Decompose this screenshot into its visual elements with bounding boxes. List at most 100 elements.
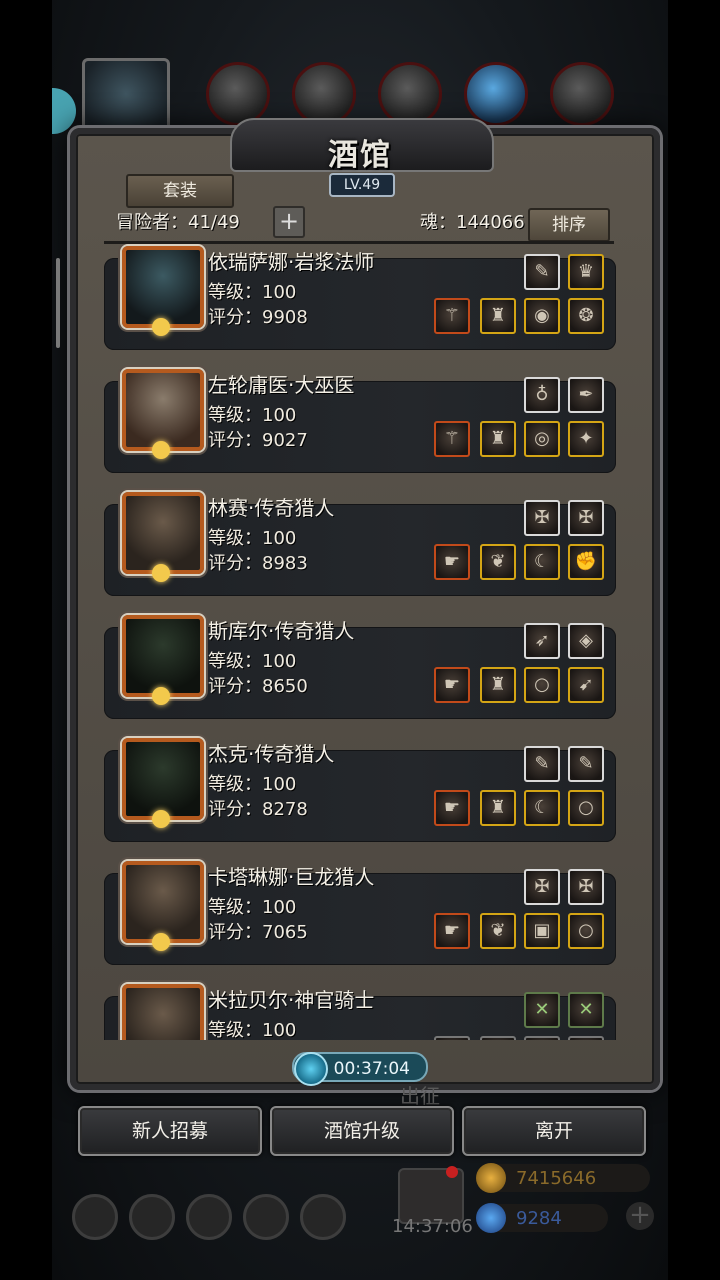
codex-icon[interactable] [186, 1194, 232, 1240]
item-icon[interactable] [434, 1036, 470, 1040]
cloak-icon[interactable]: ♜ [480, 421, 516, 457]
pistol-icon[interactable]: ☛ [434, 544, 470, 580]
gold-amount: 7415646 [516, 1168, 597, 1189]
hero-card[interactable]: 林赛·传奇猎人 等级：100 评分：8983 ✠ ✠ ☛ ❦ ☾ ✊ [104, 492, 616, 596]
set-tab[interactable]: 套装 [126, 174, 234, 208]
crossbow-icon[interactable]: ➶ [524, 623, 560, 659]
hero-card[interactable]: 卡塔琳娜·巨龙猎人 等级：100 评分：7065 ✠ ✠ ☛ ❦ ▣ ○ [104, 861, 616, 965]
gem-amount: 9284 [516, 1208, 562, 1229]
orb-icon[interactable]: ◉ [524, 298, 560, 334]
item-icon[interactable] [480, 1036, 516, 1040]
hero-portrait[interactable] [122, 861, 204, 943]
hero-score: 评分：9908 [208, 307, 308, 328]
hero-card[interactable]: 米拉贝尔·神官骑士 等级：100 ✕ ✕ [104, 984, 616, 1040]
hero-slot-orb-2-icon[interactable] [292, 62, 356, 126]
add-adventurer-slot-button[interactable]: + [273, 206, 305, 238]
emblem-icon[interactable]: ✠ [524, 500, 560, 536]
hero-card[interactable]: 杰克·传奇猎人 等级：100 评分：8278 ✎ ✎ ☛ ♜ ☾ ○ [104, 738, 616, 842]
emblem-icon[interactable]: ✠ [568, 500, 604, 536]
bracelet-icon[interactable]: ◈ [568, 623, 604, 659]
hero-name: 卡塔琳娜·巨龙猎人 [208, 865, 375, 889]
hero-level: 等级：100 [208, 897, 297, 918]
upgrade-tavern-button[interactable]: 酒馆升级 [270, 1106, 454, 1156]
scrollbar[interactable] [56, 258, 60, 348]
hero-portrait[interactable] [122, 615, 204, 697]
emblem-icon[interactable]: ✠ [524, 869, 560, 905]
hero-portrait[interactable] [122, 984, 204, 1040]
moon-icon [152, 933, 170, 951]
moon-icon [152, 318, 170, 336]
hero-level: 等级：100 [208, 528, 297, 549]
pistol-icon[interactable]: ☛ [434, 667, 470, 703]
hero-name: 林赛·传奇猎人 [208, 496, 335, 520]
hero-slot-orb-3-icon[interactable] [378, 62, 442, 126]
horn-icon[interactable]: ☾ [524, 544, 560, 580]
leave-button[interactable]: 离开 [462, 1106, 646, 1156]
hero-portrait[interactable] [122, 369, 204, 451]
spark-icon[interactable]: ✦ [568, 421, 604, 457]
ring-icon[interactable]: ○ [568, 913, 604, 949]
feather-icon[interactable]: ✎ [524, 254, 560, 290]
dispatch-label: 出征 [400, 1084, 440, 1108]
rune-icon[interactable]: ❂ [568, 298, 604, 334]
moon-icon [152, 687, 170, 705]
wings-icon[interactable]: ❦ [480, 544, 516, 580]
armor-icon[interactable]: ♜ [480, 667, 516, 703]
hero-score: 评分：7065 [208, 922, 308, 943]
emblem-icon[interactable]: ✠ [568, 869, 604, 905]
system-clock: 14:37:06 [392, 1216, 473, 1237]
gauntlet-icon[interactable]: ✊ [568, 544, 604, 580]
hero-name: 米拉贝尔·神官骑士 [208, 988, 375, 1012]
amulet-icon[interactable]: ♁ [524, 377, 560, 413]
item-icon[interactable] [524, 1036, 560, 1040]
hero-card[interactable]: 依瑞萨娜·岩浆法师 等级：100 评分：9908 ✎ ♛ ⚚ ♜ ◉ ❂ [104, 246, 616, 350]
hero-portrait[interactable] [122, 492, 204, 574]
cross-emblem-icon[interactable]: ✕ [524, 992, 560, 1028]
feather-icon[interactable]: ✎ [568, 746, 604, 782]
moon-icon [152, 564, 170, 582]
quiver-icon[interactable]: ➹ [568, 667, 604, 703]
ring-icon[interactable]: ○ [524, 667, 560, 703]
scroll-icon[interactable]: ▣ [524, 913, 560, 949]
pistol-icon[interactable]: ☛ [434, 790, 470, 826]
bracer-icon[interactable]: ◎ [524, 421, 560, 457]
hero-slot-orb-1-icon[interactable] [206, 62, 270, 126]
item-icon[interactable] [568, 1036, 604, 1040]
hero-slot-orb-5-icon[interactable] [550, 62, 614, 126]
cross-emblem-icon[interactable]: ✕ [568, 992, 604, 1028]
page-title: 酒馆 [328, 138, 392, 173]
pistol-icon[interactable]: ☛ [434, 913, 470, 949]
vest-icon[interactable]: ♜ [480, 790, 516, 826]
sort-button[interactable]: 排序 [528, 208, 610, 242]
scepter-icon[interactable]: ⚚ [434, 421, 470, 457]
hero-level: 等级：100 [208, 774, 297, 795]
mail-icon[interactable] [243, 1194, 289, 1240]
dagger-icon[interactable]: ✒ [568, 377, 604, 413]
hero-card[interactable]: 斯库尔·传奇猎人 等级：100 评分：8650 ➶ ◈ ☛ ♜ ○ ➹ [104, 615, 616, 719]
hero-name: 依瑞萨娜·岩浆法师 [208, 250, 375, 274]
inventory-icon[interactable] [300, 1194, 346, 1240]
hero-card[interactable]: 左轮庸医·大巫医 等级：100 评分：9027 ♁ ✒ ⚚ ♜ ◎ ✦ [104, 369, 616, 473]
gold-coin-icon [476, 1163, 506, 1193]
horn-icon[interactable]: ☾ [524, 790, 560, 826]
hero-portrait[interactable] [122, 246, 204, 328]
hero-score: 评分：8650 [208, 676, 308, 697]
feather-icon[interactable]: ✎ [524, 746, 560, 782]
settings-icon[interactable] [72, 1194, 118, 1240]
achievement-icon[interactable] [129, 1194, 175, 1240]
trophy-icon[interactable]: ♛ [568, 254, 604, 290]
ring-icon[interactable]: ○ [568, 790, 604, 826]
recruit-button[interactable]: 新人招募 [78, 1106, 262, 1156]
hero-list[interactable]: 依瑞萨娜·岩浆法师 等级：100 评分：9908 ✎ ♛ ⚚ ♜ ◉ ❂ 左轮庸医·大巫医 等级：1… [100, 244, 620, 1040]
robe-icon[interactable]: ♜ [480, 298, 516, 334]
hero-level: 等级：100 [208, 651, 297, 672]
staff-icon[interactable]: ⚚ [434, 298, 470, 334]
moon-icon [152, 441, 170, 459]
hero-name: 左轮庸医·大巫医 [208, 373, 355, 397]
hero-slot-orb-4-icon[interactable] [464, 62, 528, 126]
hero-name: 斯库尔·传奇猎人 [208, 619, 355, 643]
soul-count: 魂：144066 [420, 212, 525, 233]
add-gems-button[interactable]: + [626, 1202, 654, 1230]
dragon-armor-icon[interactable]: ❦ [480, 913, 516, 949]
hero-portrait[interactable] [122, 738, 204, 820]
